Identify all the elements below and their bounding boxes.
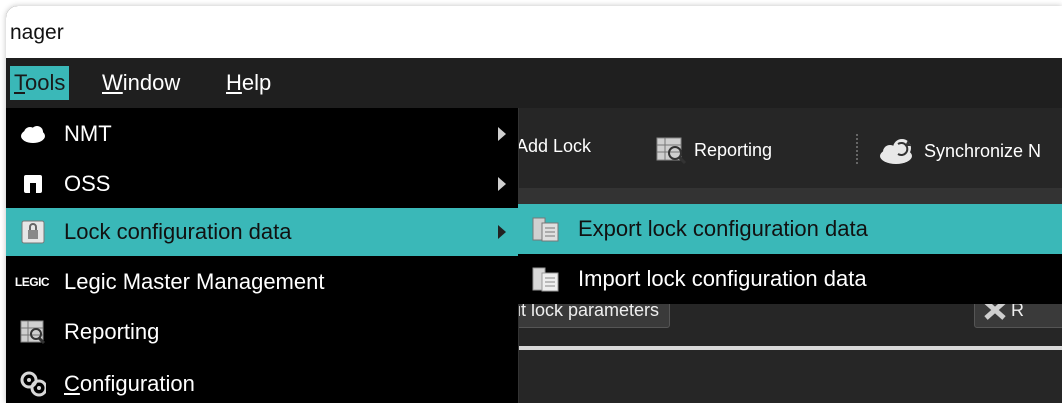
title-bar: nager <box>6 6 1062 58</box>
menu-item-reporting[interactable]: Reporting <box>6 308 518 356</box>
cloud-icon <box>20 122 46 146</box>
submenu-arrow-icon <box>498 177 506 191</box>
submenu-arrow-icon <box>498 225 506 239</box>
configuration-icon <box>20 371 46 397</box>
menu-window-label: indow <box>122 70 181 95</box>
menu-item-legic-master-management-label: Legic Master Management <box>64 269 325 294</box>
menu-window-mnemonic: W <box>102 70 123 95</box>
menu-bar: Tools Window Help <box>6 58 1062 108</box>
menu-item-oss-label: OSS <box>64 171 111 196</box>
menu-window[interactable]: Window <box>98 66 184 100</box>
app-window: nager Tools Window Help Add Lock Reporti… <box>6 6 1062 403</box>
legic-icon-text: LEGIC <box>14 275 50 289</box>
menu-item-configuration-rest: onfiguration <box>79 371 195 396</box>
export-icon <box>532 217 560 242</box>
synchronize-label: Synchronize N <box>924 140 1042 161</box>
menu-help-mnemonic: H <box>226 70 242 95</box>
submenu-item-import[interactable]: Import lock configuration data <box>518 254 1062 304</box>
menu-tools[interactable]: Tools <box>10 66 70 100</box>
content-border <box>486 346 1062 350</box>
menu-tools-mnemonic: T <box>14 70 25 95</box>
menu-item-nmt[interactable]: NMT <box>6 110 518 158</box>
menu-item-legic-master-management[interactable]: LEGIC Legic Master Management <box>6 258 518 306</box>
menu-help-label: elp <box>241 70 272 95</box>
submenu-item-export-label: Export lock configuration data <box>578 216 868 241</box>
submenu-arrow-icon <box>498 127 506 141</box>
window-title: nager <box>10 21 64 44</box>
reporting-button[interactable]: Reporting <box>656 136 772 164</box>
submenu-item-export[interactable]: Export lock configuration data <box>518 204 1062 254</box>
lock-configuration-submenu: Export lock configuration data Import lo… <box>518 204 1062 304</box>
menu-item-configuration-mnemonic: C <box>64 371 80 396</box>
oss-icon <box>20 172 46 196</box>
submenu-item-import-label: Import lock configuration data <box>578 266 867 291</box>
reporting-icon <box>656 137 687 164</box>
tools-dropdown-menu: NMT OSS Lock configuration data LEGIC Le… <box>6 108 519 403</box>
lock-config-icon <box>20 220 46 244</box>
sync-cloud-icon <box>880 139 912 164</box>
main-toolbar: Add Lock Reporting Synchronize N <box>486 108 1062 188</box>
menu-item-configuration[interactable]: Configuration <box>6 360 518 403</box>
menu-item-oss[interactable]: OSS <box>6 160 518 208</box>
toolbar-divider <box>486 188 1062 204</box>
menu-item-lock-configuration-data[interactable]: Lock configuration data <box>6 208 518 256</box>
reporting-label: Reporting <box>694 139 773 160</box>
menu-item-lock-configuration-data-label: Lock configuration data <box>64 219 292 244</box>
menu-help[interactable]: Help <box>222 66 275 100</box>
synchronize-button[interactable]: Synchronize N <box>878 136 1041 166</box>
add-lock-button[interactable]: Add Lock <box>516 136 591 157</box>
menu-item-configuration-label: Configuration <box>64 360 195 403</box>
toolbar-separator <box>856 134 862 164</box>
legic-icon: LEGIC <box>12 270 52 294</box>
menu-item-nmt-label: NMT <box>64 121 112 146</box>
add-lock-label: Add Lock <box>516 136 592 156</box>
reporting-icon <box>20 320 46 345</box>
menu-item-reporting-label: Reporting <box>64 319 160 344</box>
import-icon <box>532 267 560 292</box>
menu-tools-label: ools <box>25 70 66 95</box>
